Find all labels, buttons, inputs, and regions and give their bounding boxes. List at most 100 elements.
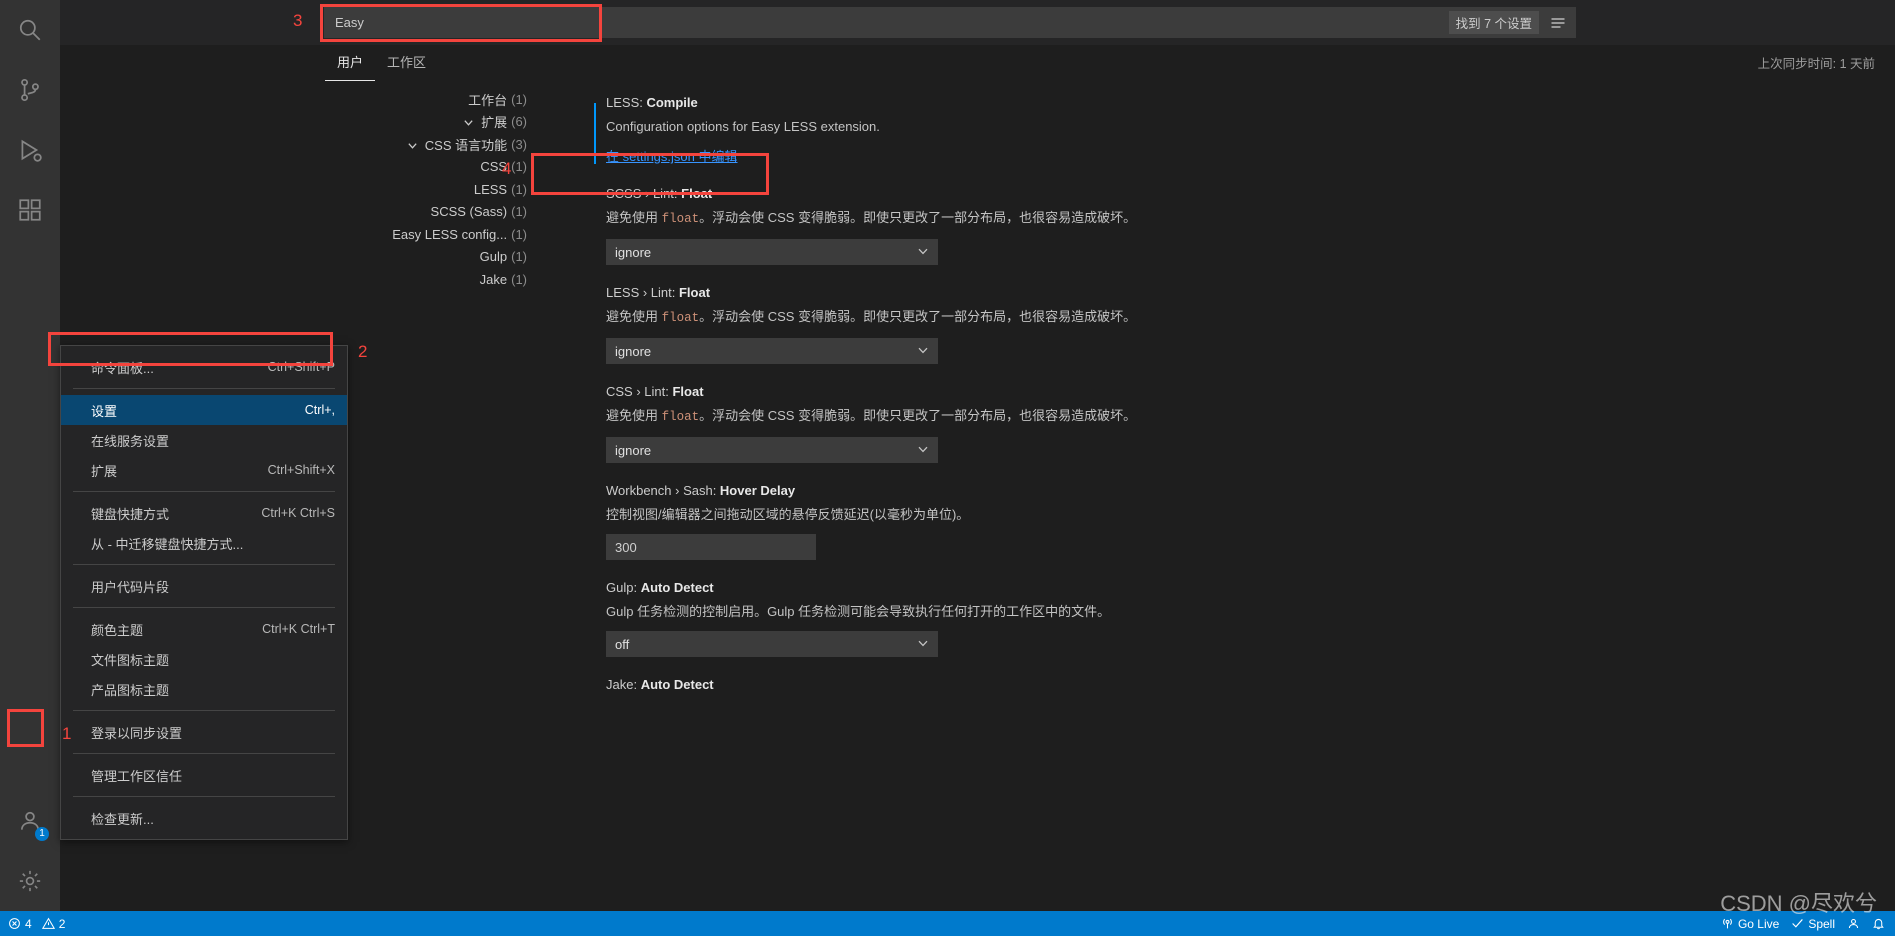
toc-item-count: (1): [511, 249, 527, 265]
manage-button[interactable]: [0, 851, 60, 911]
setting-description: Configuration options for Easy LESS exte…: [606, 119, 880, 134]
menu-item[interactable]: 用户代码片段: [61, 571, 347, 601]
setting-dropdown-value: ignore: [615, 343, 652, 359]
toc-item-label: Jake: [479, 271, 508, 287]
person-icon: [1848, 918, 1859, 929]
source-control-icon[interactable]: [0, 60, 60, 120]
menu-item[interactable]: 键盘快捷方式 Ctrl+K Ctrl+S: [61, 498, 347, 528]
menu-item-label: 管理工作区信任: [91, 768, 183, 784]
menu-item-label: 扩展: [91, 463, 118, 479]
toc-item[interactable]: Gulp (1): [325, 246, 535, 269]
chevron-down-icon[interactable]: [407, 137, 423, 152]
menu-item[interactable]: 管理工作区信任: [61, 760, 347, 790]
toc-item[interactable]: Easy LESS config... (1): [325, 223, 535, 246]
last-sync-info: 上次同步时间: 1 天前: [1757, 57, 1875, 71]
setting-name: Float: [672, 384, 704, 399]
results-count-badge: 找到 7 个设置: [1448, 11, 1539, 34]
setting-category: CSS › Lint:: [606, 384, 673, 399]
toc-item-count: (6): [511, 114, 527, 130]
menu-item[interactable]: 在线服务设置: [61, 425, 347, 455]
toc-item-label: Gulp: [479, 249, 508, 265]
spell-checker-status[interactable]: Spell: [1791, 917, 1835, 931]
activity-bar: 1: [0, 0, 60, 911]
edit-in-settings-json-link[interactable]: 在 settings.json 中编辑: [606, 146, 738, 165]
chevron-down-icon: [917, 245, 929, 260]
menu-item[interactable]: 扩展 Ctrl+Shift+X: [61, 455, 347, 485]
setting-title: LESS: Compile: [606, 95, 1895, 110]
setting-description-part: 。浮动会使 CSS 变得脆弱。即使只更改了一部分布局，也很容易造成破坏。: [699, 408, 1137, 423]
search-icon[interactable]: [0, 0, 60, 60]
accounts-button[interactable]: 1: [0, 791, 60, 851]
toc-item-label: 扩展: [481, 115, 508, 131]
setting-dropdown-value: off: [615, 636, 630, 652]
check-icon: [1792, 919, 1804, 928]
setting-dropdown[interactable]: ignore: [606, 239, 938, 265]
tab-user[interactable]: 用户: [325, 45, 376, 81]
setting-name: Hover Delay: [719, 483, 796, 498]
go-live-button[interactable]: Go Live: [1721, 917, 1779, 931]
menu-item[interactable]: 命令面板... Ctrl+Shift+P: [61, 352, 347, 382]
chevron-down-icon: [917, 344, 929, 359]
chevron-down-icon[interactable]: [463, 114, 479, 129]
setting-dropdown[interactable]: off: [606, 631, 938, 657]
bell-icon: [1873, 918, 1884, 930]
notifications-button[interactable]: [1872, 917, 1885, 930]
setting-description-part: 。浮动会使 CSS 变得脆弱。即使只更改了一部分布局，也很容易造成破坏。: [699, 309, 1137, 324]
setting-dropdown-value: ignore: [615, 442, 652, 458]
setting-text-input[interactable]: 300: [606, 534, 816, 560]
menu-item-label: 从 - 中迁移键盘快捷方式...: [91, 536, 244, 552]
menu-separator: [73, 388, 335, 389]
setting-description: 避免使用 float。浮动会使 CSS 变得脆弱。即使只更改了一部分布局，也很容…: [606, 307, 1895, 328]
menu-item[interactable]: 登录以同步设置: [61, 717, 347, 747]
toc-item[interactable]: 扩展 (6): [325, 111, 535, 134]
menu-item[interactable]: 颜色主题 Ctrl+K Ctrl+T: [61, 614, 347, 644]
run-and-debug-icon[interactable]: [0, 120, 60, 180]
tab-workspace[interactable]: 工作区: [375, 45, 438, 81]
menu-item[interactable]: 从 - 中迁移键盘快捷方式...: [61, 528, 347, 558]
setting-description-part: 避免使用: [606, 210, 662, 225]
menu-item[interactable]: 检查更新...: [61, 803, 347, 833]
setting-category: LESS › Lint:: [606, 285, 679, 300]
menu-item-keybinding: Ctrl+K Ctrl+T: [262, 622, 335, 636]
setting-input-value: 300: [615, 539, 637, 555]
accounts-icon[interactable]: [0, 791, 60, 851]
setting-name: Auto Detect: [640, 677, 714, 692]
manage-gear-icon[interactable]: [0, 851, 60, 911]
account-status[interactable]: [1847, 917, 1860, 930]
toc-item[interactable]: SCSS (Sass) (1): [325, 201, 535, 224]
menu-item[interactable]: 文件图标主题: [61, 644, 347, 674]
setting-dropdown[interactable]: ignore: [606, 338, 938, 364]
filter-icon[interactable]: [1545, 12, 1571, 34]
setting-description: 避免使用 float。浮动会使 CSS 变得脆弱。即使只更改了一部分布局，也很容…: [606, 208, 1895, 229]
toc-item[interactable]: 工作台 (1): [325, 88, 535, 111]
setting-description: 控制视图/编辑器之间拖动区域的悬停反馈延迟(以毫秒为单位)。: [606, 505, 1895, 524]
settings-search-box[interactable]: 找到 7 个设置: [324, 7, 1576, 38]
toc-item[interactable]: CSS 语言功能 (3): [325, 133, 535, 156]
setting-description: 避免使用 float。浮动会使 CSS 变得脆弱。即使只更改了一部分布局，也很容…: [606, 406, 1895, 427]
setting-category: SCSS › Lint:: [606, 186, 682, 201]
vscode-window: 1 找到 7 个设置: [0, 0, 1895, 936]
menu-item[interactable]: 产品图标主题: [61, 674, 347, 704]
setting-description-part: 。浮动会使 CSS 变得脆弱。即使只更改了一部分布局，也很容易造成破坏。: [699, 210, 1137, 225]
toc-item-count: (1): [511, 204, 527, 220]
problems-status[interactable]: 4 2: [8, 917, 65, 931]
toc-item-label: LESS: [473, 181, 508, 197]
menu-item[interactable]: 设置 Ctrl+,: [61, 395, 347, 425]
menu-item-keybinding: Ctrl+Shift+P: [267, 360, 335, 374]
menu-item-label: 检查更新...: [91, 811, 154, 827]
settings-list: LESS: Compile Configuration options for E…: [558, 95, 1895, 886]
toc-item[interactable]: Jake (1): [325, 268, 535, 291]
search-input[interactable]: [325, 15, 1449, 30]
error-icon: [9, 918, 20, 929]
setting-name: Auto Detect: [640, 580, 714, 595]
menu-item-label: 设置: [91, 403, 118, 419]
warning-count: 2: [58, 916, 66, 931]
setting-category: Gulp:: [606, 580, 641, 595]
extensions-icon[interactable]: [0, 180, 60, 240]
setting-dropdown[interactable]: ignore: [606, 437, 938, 463]
setting-description-part: 避免使用: [606, 408, 662, 423]
menu-separator: [73, 710, 335, 711]
setting-item: Workbench › Sash: Hover Delay 控制视图/编辑器之间拖…: [558, 483, 1895, 560]
warning-icon: [41, 917, 55, 929]
toc-item[interactable]: LESS (1): [325, 178, 535, 201]
